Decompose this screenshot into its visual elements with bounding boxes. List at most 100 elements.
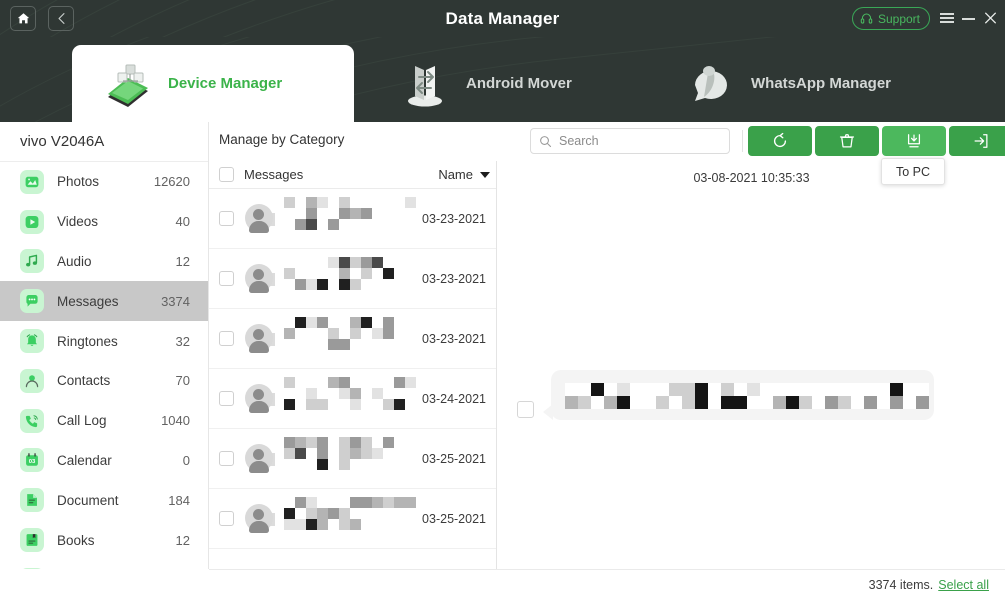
caret-down-icon[interactable]: [480, 172, 490, 178]
message-row[interactable]: 03-24-2021: [209, 369, 496, 429]
sidebar-item-label: Books: [57, 533, 176, 548]
sidebar-item-books[interactable]: Books12: [0, 520, 208, 560]
call-log-icon: [20, 409, 44, 433]
avatar: [245, 384, 275, 414]
message-date: 03-23-2021: [422, 272, 490, 286]
message-row[interactable]: 03-23-2021: [209, 189, 496, 249]
message-list-header: Messages Name: [209, 161, 496, 189]
trash-icon: [838, 132, 856, 150]
messages-icon: [20, 289, 44, 313]
contacts-icon: [20, 369, 44, 393]
message-date: 03-25-2021: [422, 512, 490, 526]
sidebar-item-label: Document: [57, 493, 168, 508]
message-row[interactable]: 03-23-2021: [209, 249, 496, 309]
message-row[interactable]: 03-25-2021: [209, 489, 496, 549]
select-all-checkbox[interactable]: [219, 167, 234, 182]
title-bar: Data Manager Support: [0, 0, 1005, 37]
sidebar-item-count: 32: [176, 334, 208, 349]
toolbar-divider: [742, 130, 743, 152]
sidebar-item-label: Ringtones: [57, 334, 176, 349]
sidebar-item-label: Calendar: [57, 453, 183, 468]
close-button[interactable]: [983, 11, 998, 25]
message-list-panel: Messages Name 03-23-2021 03-23-2021 03-23-…: [209, 161, 497, 569]
sidebar-item-call-log[interactable]: Call Log1040: [0, 401, 208, 441]
sidebar-item-calendar[interactable]: 03 Calendar0: [0, 441, 208, 481]
sidebar-item-photos[interactable]: Photos12620: [0, 162, 208, 202]
message-row-checkbox[interactable]: [219, 511, 234, 526]
tab-device-manager[interactable]: Device Manager: [72, 45, 354, 122]
avatar: [245, 204, 275, 234]
videos-icon: [20, 210, 44, 234]
sidebar-item-label: Messages: [57, 294, 161, 309]
avatar: [245, 264, 275, 294]
message-row-checkbox[interactable]: [219, 451, 234, 466]
to-pc-tooltip: To PC: [881, 158, 945, 185]
support-label: Support: [878, 12, 920, 26]
support-button[interactable]: Support: [852, 7, 930, 30]
sidebar-item-audio[interactable]: Audio12: [0, 242, 208, 282]
sidebar-item-count: 70: [176, 373, 208, 388]
select-all-link[interactable]: Select all: [938, 578, 989, 592]
tab-strip: Device Manager Android Mover WhatsApp Ma…: [0, 37, 1005, 122]
search-icon: [539, 135, 552, 148]
delete-button[interactable]: [815, 126, 879, 156]
search-input[interactable]: [559, 134, 719, 148]
sidebar-item-ringtones[interactable]: Ringtones32: [0, 321, 208, 361]
hamburger-menu-icon[interactable]: [940, 12, 954, 24]
tab-whatsapp-manager[interactable]: WhatsApp Manager: [655, 45, 955, 122]
redacted-message-preview: [284, 377, 422, 421]
svg-text:03: 03: [29, 460, 36, 466]
item-count-label: 3374 items.: [869, 578, 934, 592]
sort-label[interactable]: Name: [438, 167, 473, 182]
device-name: vivo V2046A: [0, 122, 208, 162]
import-to-device-icon: [972, 132, 990, 150]
tab-whatsapp-manager-label: WhatsApp Manager: [751, 75, 891, 92]
message-bubble[interactable]: [551, 370, 934, 420]
message-date: 03-23-2021: [422, 332, 490, 346]
sidebar-item-videos[interactable]: Videos40: [0, 202, 208, 242]
sidebar-item-contacts[interactable]: Contacts70: [0, 361, 208, 401]
sidebar-item-label: Audio: [57, 254, 176, 269]
sidebar-item-count: 12620: [154, 174, 208, 189]
message-row-checkbox[interactable]: [219, 331, 234, 346]
export-to-pc-icon: [905, 132, 923, 150]
calendar-icon: 03: [20, 448, 44, 472]
avatar: [245, 324, 275, 354]
sidebar-item-label: Videos: [57, 214, 176, 229]
sidebar-item-count: 0: [183, 453, 208, 468]
sidebar-item-document[interactable]: Document184: [0, 480, 208, 520]
sidebar-item-count: 3374: [161, 294, 208, 309]
sidebar: vivo V2046A Photos12620Videos40Audio12Me…: [0, 122, 209, 599]
avatar: [245, 444, 275, 474]
sidebar-item-label: Call Log: [57, 413, 161, 428]
photos-icon: [20, 170, 44, 194]
device-manager-icon: [100, 59, 154, 109]
tab-android-mover[interactable]: Android Mover: [370, 45, 660, 122]
message-date: 03-25-2021: [422, 452, 490, 466]
refresh-button[interactable]: [748, 126, 812, 156]
audio-icon: [20, 249, 44, 273]
message-row-checkbox[interactable]: [219, 271, 234, 286]
to-pc-button[interactable]: [882, 126, 946, 156]
message-date: 03-24-2021: [422, 392, 490, 406]
android-mover-icon: [398, 59, 452, 109]
search-box[interactable]: [530, 128, 730, 154]
sidebar-item-list: Photos12620Videos40Audio12Messages3374Ri…: [0, 162, 208, 599]
avatar: [245, 504, 275, 534]
message-row-checkbox[interactable]: [219, 211, 234, 226]
statusbar-left-fill: [0, 569, 209, 599]
message-list-title: Messages: [244, 167, 438, 182]
sidebar-item-messages[interactable]: Messages3374: [0, 281, 208, 321]
sidebar-item-count: 40: [176, 214, 208, 229]
message-bubble-checkbox[interactable]: [517, 401, 534, 418]
message-row[interactable]: 03-25-2021: [209, 429, 496, 489]
minimize-button[interactable]: [962, 12, 976, 24]
message-row-checkbox[interactable]: [219, 391, 234, 406]
redacted-message-preview: [284, 497, 422, 541]
import-button[interactable]: [949, 126, 1005, 156]
document-icon: [20, 488, 44, 512]
sidebar-item-count: 1040: [161, 413, 208, 428]
whatsapp-manager-icon: [683, 59, 737, 109]
message-row[interactable]: 03-23-2021: [209, 309, 496, 369]
manage-by-category-label: Manage by Category: [219, 132, 344, 147]
